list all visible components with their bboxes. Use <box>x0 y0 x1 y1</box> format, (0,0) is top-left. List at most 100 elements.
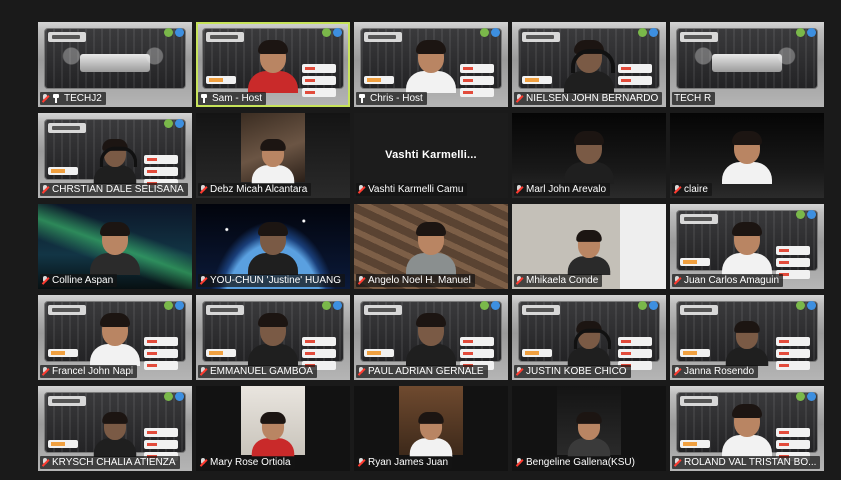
status-dots-icon <box>796 301 816 310</box>
participant-name: NIELSEN JOHN BERNARDO <box>526 93 659 104</box>
video-tile[interactable]: Debz Micah Alcantara <box>196 113 350 198</box>
mic-muted-icon <box>674 276 680 285</box>
video-tile[interactable]: TECHJ2 <box>38 22 192 107</box>
participant-name-label: KRYSCH CHALIA ATIENZA <box>40 456 180 469</box>
video-tile[interactable]: KRYSCH CHALIA ATIENZA <box>38 386 192 471</box>
participant-video <box>722 404 772 457</box>
hackfest-logo <box>206 305 244 315</box>
video-tile[interactable]: ROLAND VAL TRISTAN BO... <box>670 386 824 471</box>
video-tile[interactable]: EMMANUEL GAMBOA <box>196 295 350 380</box>
video-tile[interactable]: Colline Aspan <box>38 204 192 289</box>
frame-decoration <box>522 349 552 357</box>
video-tile[interactable]: Bengeline Gallena(KSU) <box>512 386 666 471</box>
video-tile[interactable]: Mhikaela Conde <box>512 204 666 289</box>
mic-muted-icon <box>358 458 364 467</box>
participant-video <box>90 313 140 366</box>
status-dots-icon <box>480 301 500 310</box>
hackfest-logo <box>364 32 402 42</box>
status-dots-icon <box>796 28 816 37</box>
frame-decoration <box>144 349 178 358</box>
participant-name: Ryan James Juan <box>368 457 449 468</box>
hackfest-logo <box>680 214 718 224</box>
participant-video <box>251 411 295 457</box>
participant-video <box>564 131 614 184</box>
video-tile[interactable]: claire <box>670 113 824 198</box>
hackfest-logo <box>364 305 402 315</box>
frame-decoration <box>618 64 652 73</box>
participant-name-label: TECH R <box>672 92 716 105</box>
participant-name: Colline Aspan <box>52 275 114 286</box>
participant-name: CHRSTIAN DALE SELISANA <box>52 184 184 195</box>
participant-video <box>722 131 772 184</box>
hackfest-logo <box>206 32 244 42</box>
video-tile-camera-off[interactable]: Vashti Karmelli... Vashti Karmelli Camu <box>354 113 508 198</box>
mic-muted-icon <box>200 367 206 376</box>
participant-video <box>406 40 456 93</box>
video-tile[interactable]: NIELSEN JOHN BERNARDO <box>512 22 666 107</box>
participant-name-label: Colline Aspan <box>40 274 118 287</box>
participant-name-label: NIELSEN JOHN BERNARDO <box>514 92 663 105</box>
frame-decoration <box>680 349 710 357</box>
frame-decoration <box>144 440 178 449</box>
video-tile[interactable]: JUSTIN KOBE CHICO <box>512 295 666 380</box>
video-tile[interactable]: YOU-CHUN 'Justine' HUANG <box>196 204 350 289</box>
video-tile[interactable]: CHRSTIAN DALE SELISANA <box>38 113 192 198</box>
participant-video <box>564 40 615 93</box>
frame-decoration <box>144 428 178 437</box>
status-dots-icon <box>796 210 816 219</box>
status-dots-icon <box>164 28 184 37</box>
pin-icon <box>358 94 366 103</box>
video-tile[interactable]: Angelo Noel H. Manuel <box>354 204 508 289</box>
video-tile[interactable]: Juan Carlos Amaguin <box>670 204 824 289</box>
video-tile[interactable]: Mary Rose Ortiola <box>196 386 350 471</box>
participant-name-label: Chris - Host <box>356 92 427 105</box>
mic-muted-icon <box>516 458 522 467</box>
participant-name-label: Mary Rose Ortiola <box>198 456 295 469</box>
video-tile[interactable]: Ryan James Juan <box>354 386 508 471</box>
frame-decoration <box>364 349 394 357</box>
hackfest-logo <box>48 32 86 42</box>
participant-name-label: Debz Micah Alcantara <box>198 183 312 196</box>
mic-muted-icon <box>42 367 48 376</box>
video-tile[interactable]: Janna Rosendo <box>670 295 824 380</box>
mic-muted-icon <box>200 458 206 467</box>
hackfest-logo <box>48 396 86 406</box>
frame-decoration <box>522 76 552 84</box>
participant-name: Mary Rose Ortiola <box>210 457 291 468</box>
video-tile[interactable]: PAUL ADRIAN GERNALE <box>354 295 508 380</box>
video-gallery: TECHJ2 Sam - Host Chris - Host NIELSEN J… <box>38 22 824 474</box>
video-tile[interactable]: Marl John Arevalo <box>512 113 666 198</box>
frame-decoration <box>618 337 652 346</box>
frame-decoration <box>302 88 336 97</box>
participant-name: Janna Rosendo <box>684 366 755 377</box>
participant-name: KRYSCH CHALIA ATIENZA <box>52 457 176 468</box>
participant-name: EMMANUEL GAMBOA <box>210 366 313 377</box>
participant-name-label: Sam - Host <box>198 92 267 105</box>
video-tile-active-speaker[interactable]: Sam - Host <box>196 22 350 107</box>
participant-name-label: Ryan James Juan <box>356 456 453 469</box>
hackfest-logo <box>522 305 560 315</box>
participant-name-label: Bengeline Gallena(KSU) <box>514 456 639 469</box>
hackfest-logo <box>680 32 718 42</box>
hackfest-logo <box>680 305 718 315</box>
status-dots-icon <box>480 28 500 37</box>
participant-name-label: Mhikaela Conde <box>514 274 603 287</box>
video-tile[interactable]: TECH R <box>670 22 824 107</box>
frame-decoration <box>680 440 710 448</box>
participant-video <box>248 40 298 93</box>
video-tile[interactable]: Chris - Host <box>354 22 508 107</box>
status-dots-icon <box>164 119 184 128</box>
mic-muted-icon <box>516 367 522 376</box>
participant-video <box>567 320 612 366</box>
frame-decoration <box>776 258 810 267</box>
participant-display-name: Vashti Karmelli... <box>385 149 477 161</box>
frame-decoration <box>144 361 178 370</box>
frame-decoration <box>776 246 810 255</box>
participant-video <box>567 411 611 457</box>
participant-name-label: YOU-CHUN 'Justine' HUANG <box>198 274 346 287</box>
participant-name: TECHJ2 <box>64 93 102 104</box>
participant-name: Chris - Host <box>370 93 423 104</box>
status-dots-icon <box>322 28 342 37</box>
participant-video <box>722 222 772 275</box>
video-tile[interactable]: Francel John Napi <box>38 295 192 380</box>
